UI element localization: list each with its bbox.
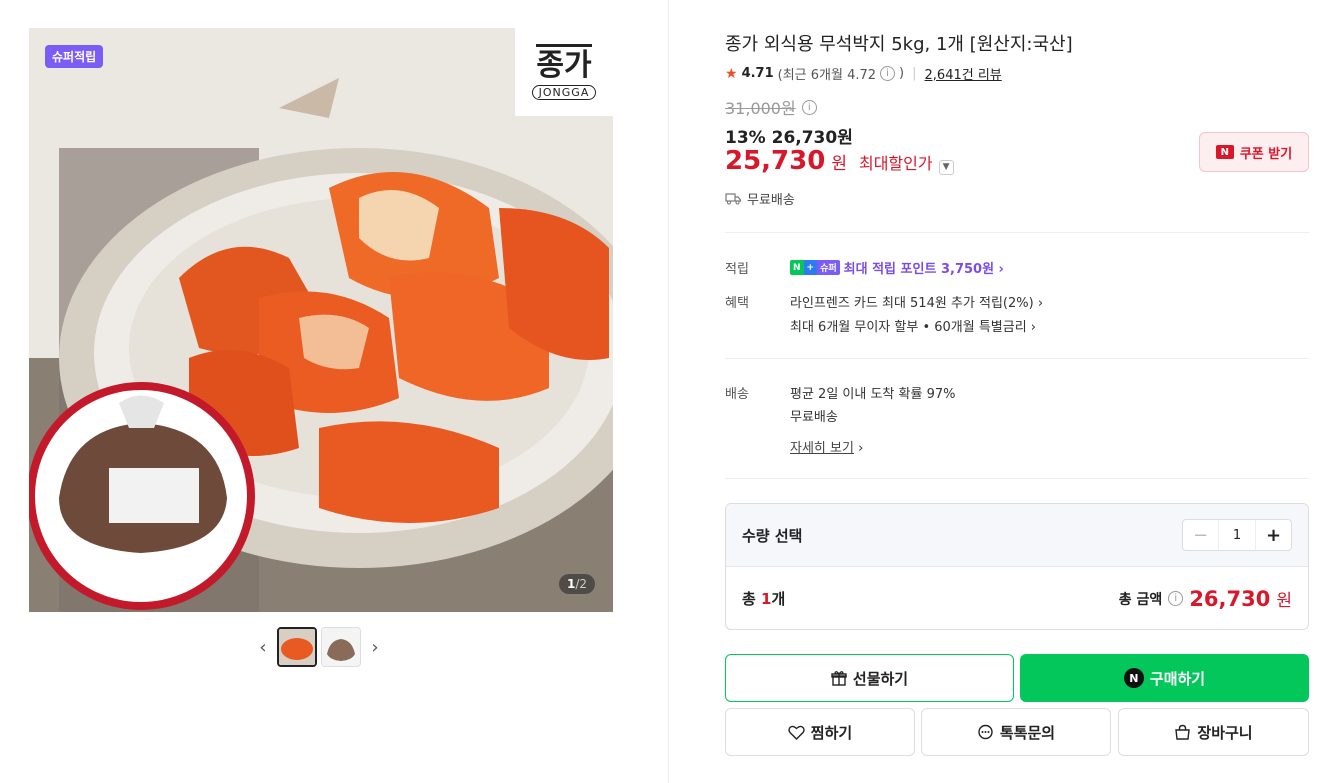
rating-score: 4.71 (741, 66, 774, 81)
points-link[interactable]: N + 슈퍼 최대 적립 포인트 3,750원 › (790, 258, 1004, 277)
delivery-free: 무료배송 (790, 410, 838, 425)
super-points-badge: 슈퍼적립 (45, 45, 104, 68)
points-text: 최대 적립 포인트 3,750원 › (843, 262, 1004, 277)
chat-bubble-icon (978, 724, 993, 739)
cart-button[interactable]: 장바구니 (1118, 708, 1309, 756)
naver-pay-icon: N (1123, 668, 1144, 688)
brand-logo: 종가 JONGGA (515, 28, 613, 116)
max-discount-row: 25,730 원 최대할인가 ▼ (725, 146, 954, 176)
delivery-more-text: 자세히 보기 (790, 441, 854, 456)
delivery-probability: 평균 2일 이내 도착 확률 97% (790, 387, 956, 402)
talktalk-button[interactable]: 톡톡문의 (921, 708, 1111, 756)
thumbnail-strip: ‹ › (253, 627, 385, 667)
quantity-box: 수량 선택 − 1 + 총 1개 총 금액 i 26,730 원 (725, 503, 1309, 630)
benefit-label: 혜택 (725, 296, 749, 311)
review-count-link[interactable]: 2,641건 리뷰 (925, 64, 1002, 83)
total-info-icon[interactable]: i (1168, 591, 1184, 606)
image-counter-total: /2 (575, 577, 587, 591)
total-amount-label: 총 금액 (1118, 591, 1163, 608)
original-price: 31,000원 (725, 99, 796, 118)
image-counter: 1/2 (558, 574, 595, 594)
quantity-stepper: − 1 + (1182, 519, 1292, 551)
total-row: 총 1개 총 금액 i 26,730 원 (726, 567, 1308, 629)
points-badge-icon: N + 슈퍼 (790, 260, 840, 275)
thumbnail-1[interactable] (277, 627, 317, 667)
rating-row: ★ 4.71 (최근 6개월 4.72 i ) | 2,641건 리뷰 (725, 64, 1002, 84)
quantity-label: 수량 선택 (742, 526, 803, 545)
gift-button[interactable]: 선물하기 (725, 654, 1014, 702)
prev-image-arrow-icon[interactable]: ‹ (253, 627, 273, 667)
free-shipping-text: 무료배송 (747, 193, 795, 208)
divider (725, 358, 1309, 359)
delivery-label: 배송 (725, 387, 749, 402)
heart-icon (788, 725, 805, 740)
quantity-select-row: 수량 선택 − 1 + (726, 504, 1308, 567)
thumbnail-1-image (279, 629, 315, 665)
original-price-row: 31,000원 i (725, 95, 817, 119)
coupon-button-label: 쿠폰 받기 (1239, 146, 1293, 162)
total-amount: 총 금액 i 26,730 원 (1118, 586, 1292, 612)
max-discount-price: 25,730 (725, 146, 826, 176)
benefit-card-link[interactable]: 라인프렌즈 카드 최대 514원 추가 적립(2%) › (790, 292, 1043, 311)
buy-button-label: 구매하기 (1149, 669, 1206, 688)
product-title: 종가 외식용 무석박지 5kg, 1개 [원산지:국산] (725, 34, 1073, 55)
shopping-bag-icon (1175, 724, 1191, 740)
plus-button[interactable]: + (1255, 520, 1291, 550)
brand-logo-latin: JONGGA (531, 85, 597, 100)
recent-rating-close: ) (899, 66, 905, 81)
recent-rating: (최근 6개월 4.72 (777, 68, 877, 83)
free-shipping-row: 무료배송 (725, 189, 795, 208)
wishlist-button[interactable]: 찜하기 (725, 708, 915, 756)
info-icon[interactable]: i (880, 66, 896, 81)
next-image-arrow-icon[interactable]: › (365, 627, 385, 667)
separator: | (912, 66, 917, 81)
buy-button[interactable]: N 구매하기 (1020, 654, 1309, 702)
coupon-button[interactable]: N 쿠폰 받기 (1199, 132, 1309, 172)
minus-button[interactable]: − (1183, 520, 1219, 550)
quantity-input[interactable]: 1 (1219, 520, 1255, 550)
talktalk-button-label: 톡톡문의 (999, 723, 1056, 742)
column-divider (668, 0, 669, 783)
gift-button-label: 선물하기 (852, 669, 909, 688)
chevron-down-icon[interactable]: ▼ (938, 160, 954, 175)
divider (725, 478, 1309, 479)
total-count: 총 1개 (742, 590, 786, 608)
thumbnail-2[interactable] (321, 627, 361, 667)
max-discount-label: 최대할인가 (858, 154, 933, 173)
star-icon: ★ (725, 65, 738, 82)
product-main-image[interactable]: 슈퍼적립 종가 JONGGA 1/2 (29, 28, 613, 612)
thumbnail-2-image (322, 628, 360, 666)
total-price: 26,730 (1189, 586, 1271, 611)
max-discount-unit: 원 (831, 154, 847, 174)
points-label: 적립 (725, 262, 749, 277)
discount-price: 13% 26,730원 (725, 128, 853, 148)
price-info-icon[interactable]: i (801, 99, 817, 115)
gift-icon (831, 671, 847, 686)
cart-button-label: 장바구니 (1197, 723, 1253, 742)
benefit-installment-link[interactable]: 최대 6개월 무이자 할부 • 60개월 특별금리 › (790, 316, 1036, 335)
divider (725, 232, 1309, 233)
delivery-more-link[interactable]: 자세히 보기 › (790, 437, 863, 456)
brand-logo-hangul: 종가 (536, 44, 592, 81)
naver-n-icon: N (1215, 145, 1234, 159)
wishlist-button-label: 찜하기 (810, 723, 853, 742)
total-price-unit: 원 (1276, 591, 1292, 611)
truck-icon (725, 193, 742, 205)
chevron-right-icon: › (858, 441, 864, 456)
